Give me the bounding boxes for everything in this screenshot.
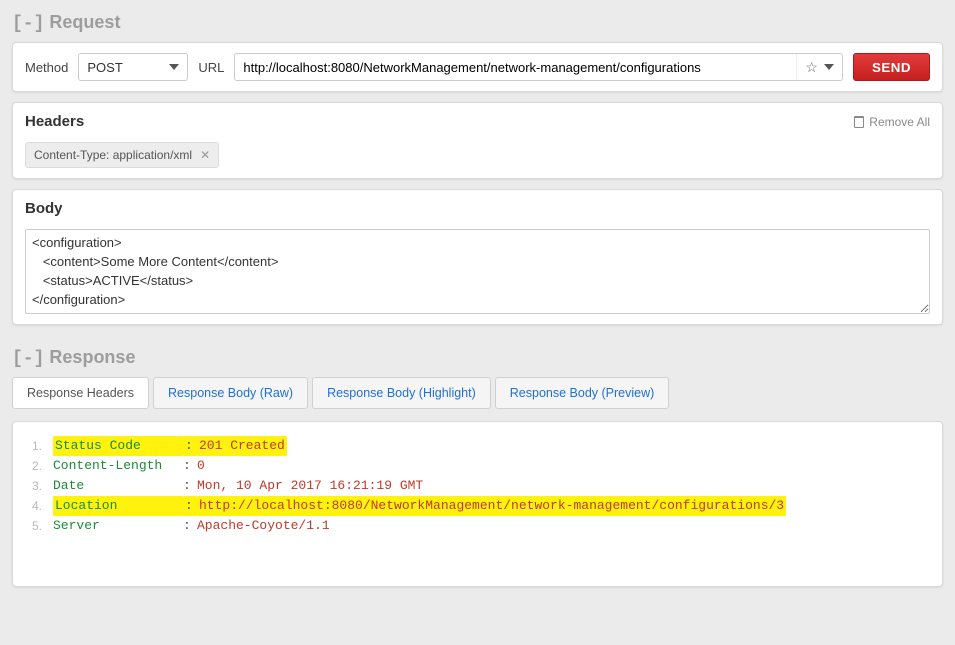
headers-title: Headers bbox=[25, 113, 84, 130]
line-number: 2. bbox=[25, 456, 53, 476]
send-button[interactable]: SEND bbox=[853, 53, 930, 81]
chevron-down-icon bbox=[169, 64, 179, 70]
response-section-title[interactable]: [-] Response bbox=[12, 347, 943, 369]
collapse-icon[interactable]: [-] bbox=[12, 349, 44, 369]
tab-response-body-raw[interactable]: Response Body (Raw) bbox=[153, 377, 308, 409]
trash-icon bbox=[854, 116, 864, 128]
url-label: URL bbox=[198, 60, 224, 75]
header-key: Content-Length bbox=[53, 456, 183, 476]
tab-response-headers[interactable]: Response Headers bbox=[12, 377, 149, 409]
collapse-icon[interactable]: [-] bbox=[12, 14, 44, 34]
response-tabs: Response Headers Response Body (Raw) Res… bbox=[12, 377, 943, 409]
header-colon: : bbox=[183, 496, 197, 516]
header-colon: : bbox=[183, 516, 197, 536]
request-title-text: Request bbox=[49, 12, 120, 32]
method-value: POST bbox=[87, 60, 122, 75]
tab-response-body-preview[interactable]: Response Body (Preview) bbox=[495, 377, 670, 409]
header-tag[interactable]: Content-Type: application/xml ✕ bbox=[25, 142, 219, 168]
line-number: 1. bbox=[25, 436, 53, 456]
chevron-down-icon[interactable] bbox=[824, 64, 834, 70]
header-value: Mon, 10 Apr 2017 16:21:19 GMT bbox=[197, 476, 423, 496]
header-value: Apache-Coyote/1.1 bbox=[197, 516, 330, 536]
header-key: Location bbox=[53, 496, 183, 516]
header-key: Status Code bbox=[53, 436, 183, 456]
response-line: 2. Content-Length : 0 bbox=[25, 456, 930, 476]
request-panel: Method POST URL ☆ SEND bbox=[12, 42, 943, 92]
response-line: 5. Server : Apache-Coyote/1.1 bbox=[25, 516, 930, 536]
url-input[interactable] bbox=[235, 54, 796, 80]
headers-panel: Headers Remove All Content-Type: applica… bbox=[12, 102, 943, 179]
header-colon: : bbox=[183, 476, 197, 496]
header-colon: : bbox=[183, 456, 197, 476]
header-tag-text: Content-Type: application/xml bbox=[34, 148, 192, 162]
response-headers-panel: 1. Status Code : 201 Created 2. Content-… bbox=[12, 421, 943, 587]
tab-response-body-highlight[interactable]: Response Body (Highlight) bbox=[312, 377, 491, 409]
response-line: 1. Status Code : 201 Created bbox=[25, 436, 930, 456]
star-icon[interactable]: ☆ bbox=[805, 60, 818, 74]
header-key: Date bbox=[53, 476, 183, 496]
url-input-wrap: ☆ bbox=[234, 53, 843, 81]
body-textarea[interactable]: <configuration> <content>Some More Conte… bbox=[25, 229, 930, 314]
remove-all-button[interactable]: Remove All bbox=[854, 115, 930, 129]
header-value: 201 Created bbox=[197, 436, 287, 456]
body-panel: Body <configuration> <content>Some More … bbox=[12, 189, 943, 325]
header-value: http://localhost:8080/NetworkManagement/… bbox=[197, 496, 786, 516]
method-label: Method bbox=[25, 60, 68, 75]
line-number: 4. bbox=[25, 496, 53, 516]
response-line: 4. Location : http://localhost:8080/Netw… bbox=[25, 496, 930, 516]
body-title: Body bbox=[25, 200, 63, 217]
line-number: 3. bbox=[25, 476, 53, 496]
line-number: 5. bbox=[25, 516, 53, 536]
url-controls: ☆ bbox=[796, 54, 842, 80]
close-icon[interactable]: ✕ bbox=[200, 148, 210, 162]
response-line: 3. Date : Mon, 10 Apr 2017 16:21:19 GMT bbox=[25, 476, 930, 496]
request-section-title[interactable]: [-] Request bbox=[12, 12, 943, 34]
header-value: 0 bbox=[197, 456, 205, 476]
method-select[interactable]: POST bbox=[78, 53, 188, 81]
header-key: Server bbox=[53, 516, 183, 536]
response-title-text: Response bbox=[49, 347, 135, 367]
header-colon: : bbox=[183, 436, 197, 456]
remove-all-label: Remove All bbox=[869, 115, 930, 129]
